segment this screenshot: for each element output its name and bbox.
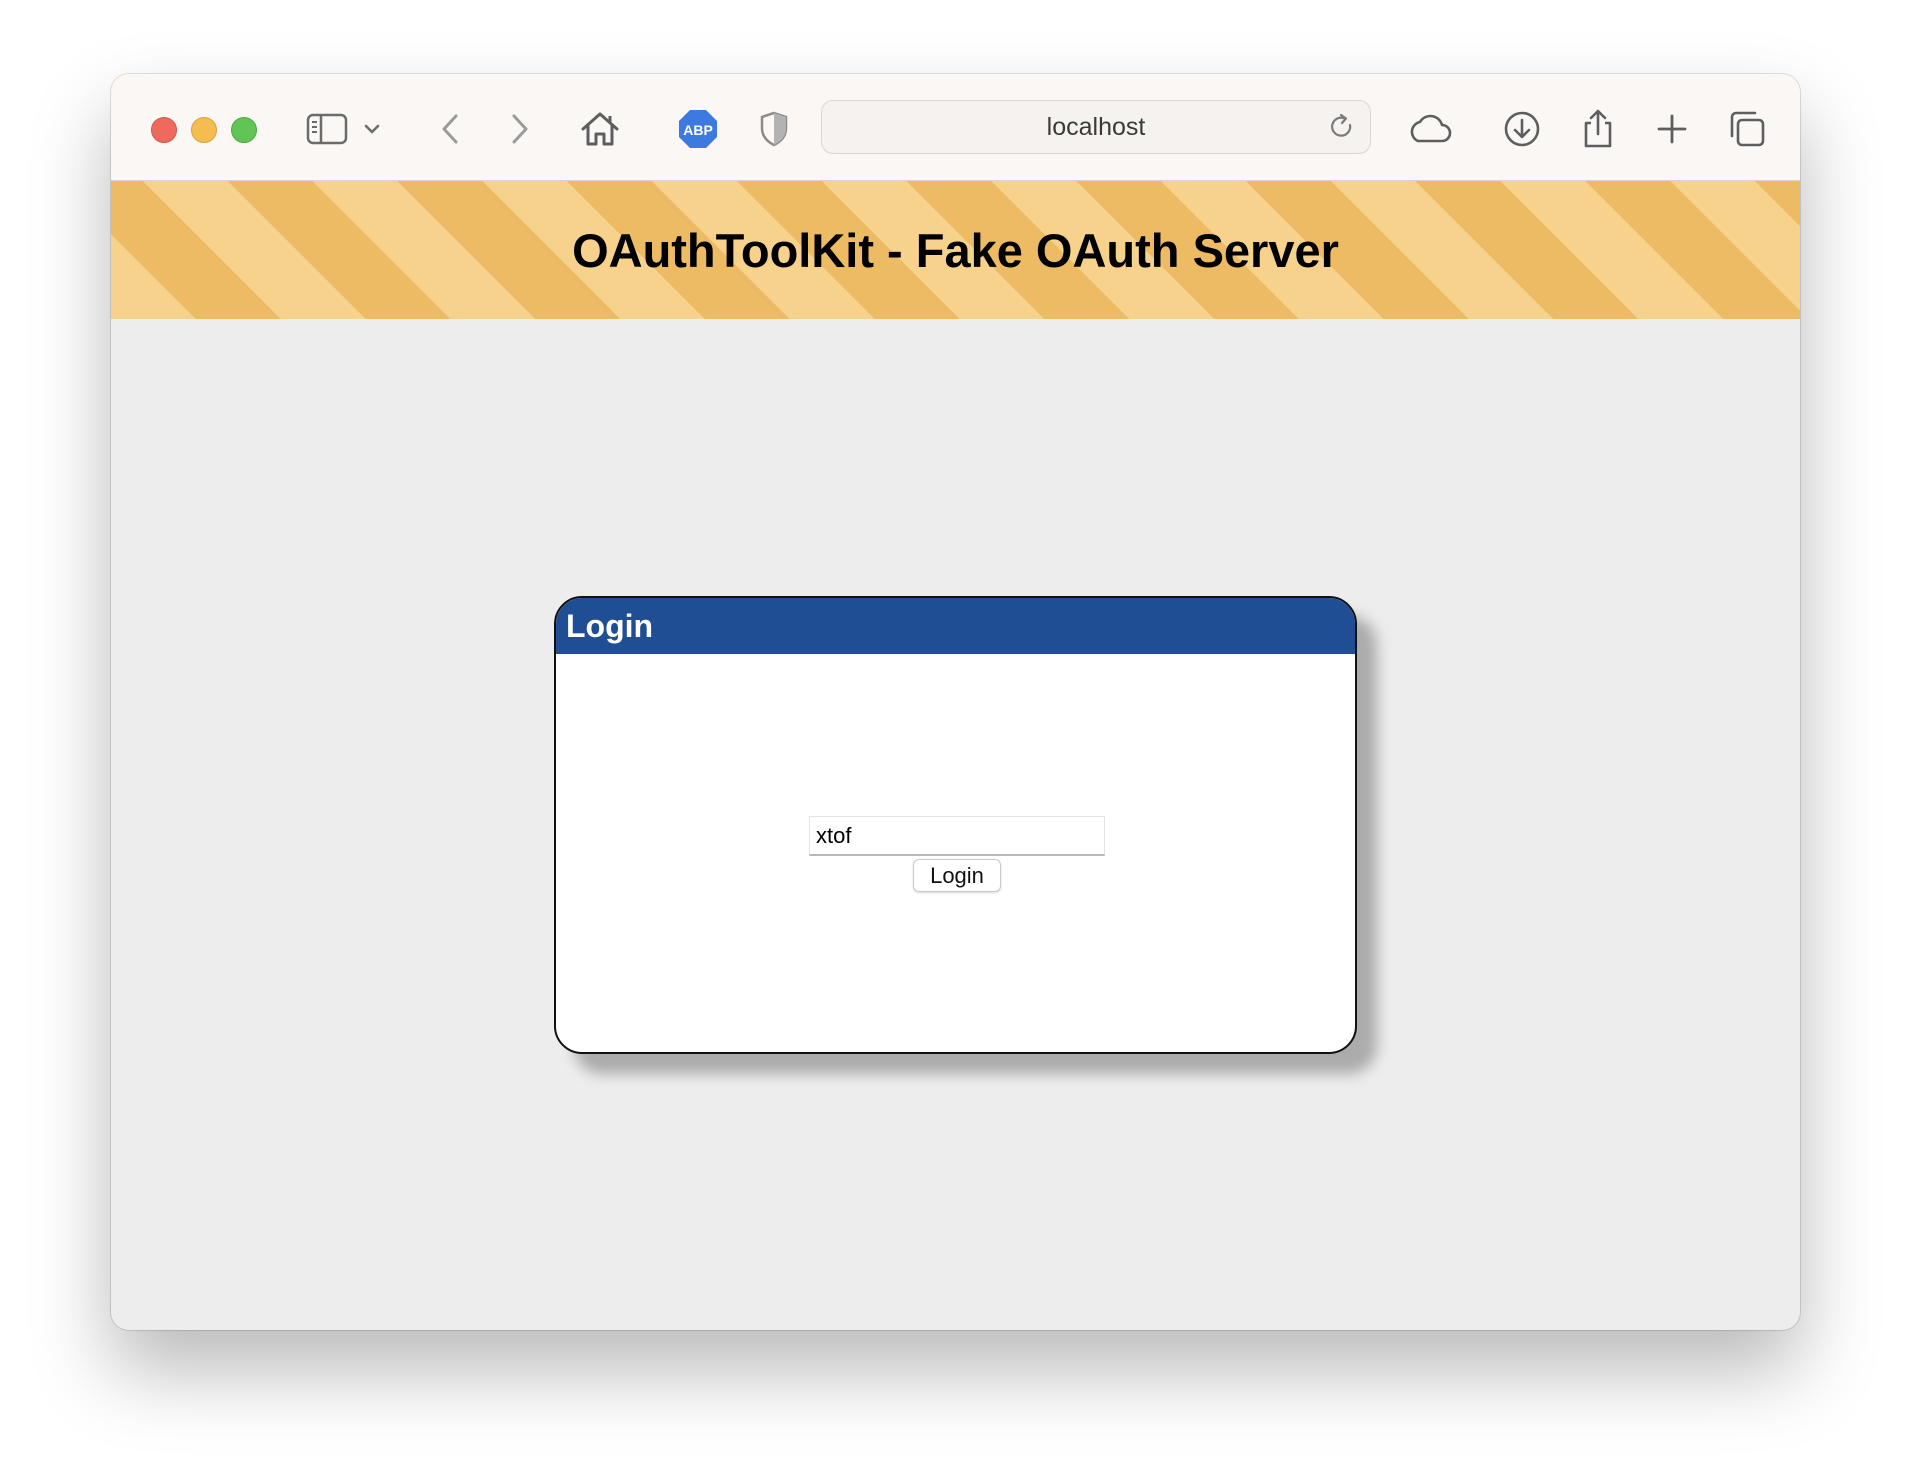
login-button[interactable]: Login	[913, 859, 1001, 892]
browser-toolbar: ABP localhost	[111, 74, 1800, 181]
cloud-icon[interactable]	[1401, 105, 1457, 153]
page-banner: OAuthToolKit - Fake OAuth Server	[111, 181, 1800, 319]
login-dialog: Login Login	[554, 596, 1357, 1054]
chevron-down-icon[interactable]	[358, 105, 386, 153]
tabs-icon[interactable]	[1723, 105, 1771, 153]
adblock-icon[interactable]: ABP	[674, 105, 722, 153]
login-dialog-title: Login	[556, 598, 1355, 654]
address-text: localhost	[1046, 112, 1146, 141]
username-input[interactable]	[809, 816, 1105, 856]
forward-icon[interactable]	[496, 105, 544, 153]
browser-window: ABP localhost OAuthToolKit - Fake OAuth …	[111, 74, 1800, 1330]
minimize-window-button[interactable]	[191, 117, 217, 143]
page-title: OAuthToolKit - Fake OAuth Server	[572, 223, 1339, 277]
maximize-window-button[interactable]	[231, 117, 257, 143]
address-bar[interactable]: localhost	[821, 100, 1371, 154]
download-icon[interactable]	[1498, 105, 1546, 153]
home-icon[interactable]	[576, 105, 624, 153]
share-icon[interactable]	[1574, 105, 1622, 153]
adblock-label: ABP	[683, 122, 713, 138]
shield-icon[interactable]	[750, 105, 798, 153]
reload-icon[interactable]	[1328, 113, 1356, 146]
close-window-button[interactable]	[151, 117, 177, 143]
back-icon[interactable]	[426, 105, 474, 153]
plus-icon[interactable]	[1648, 105, 1696, 153]
sidebar-icon[interactable]	[303, 105, 351, 153]
